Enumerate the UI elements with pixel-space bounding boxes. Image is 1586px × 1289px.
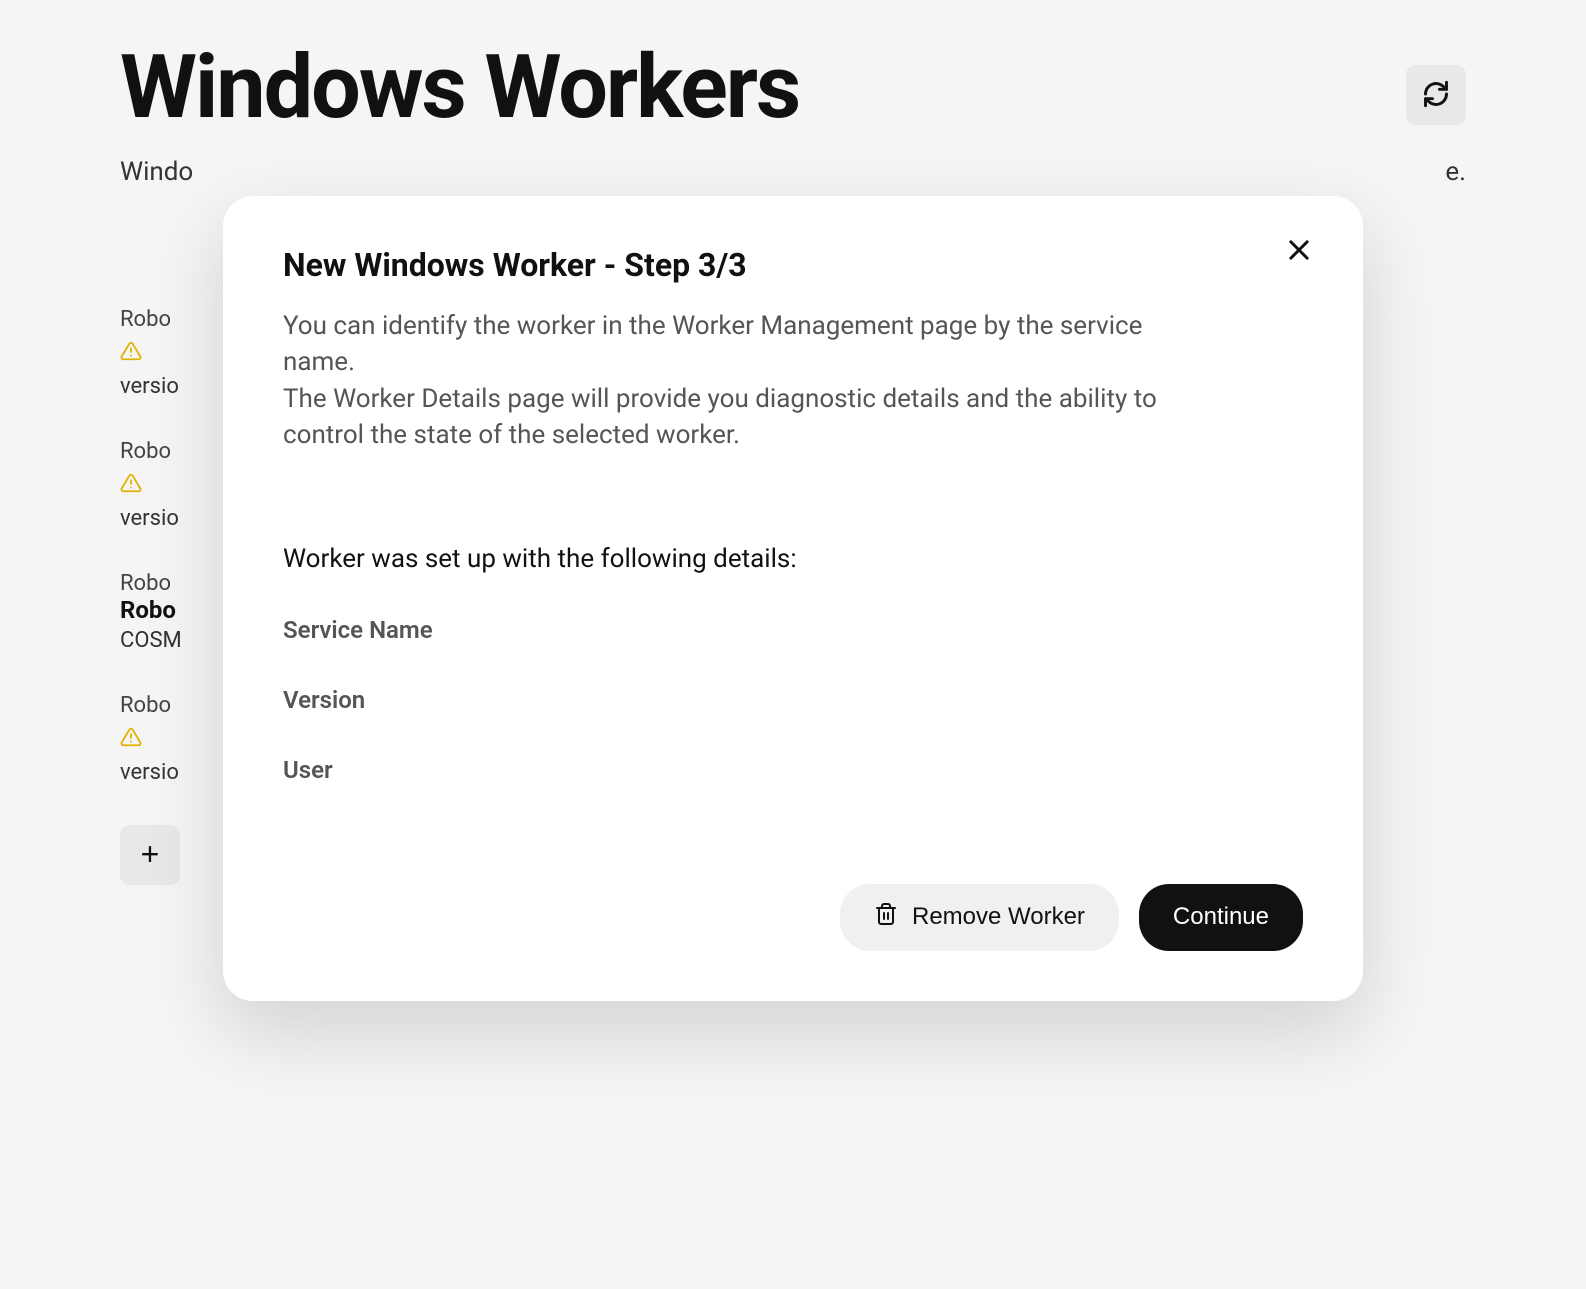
field-label: User bbox=[283, 756, 1303, 784]
modal-description: You can identify the worker in the Worke… bbox=[283, 308, 1183, 454]
add-worker-button[interactable]: + bbox=[120, 825, 180, 885]
plus-icon: + bbox=[141, 836, 160, 873]
modal-desc-line2: The Worker Details page will provide you… bbox=[283, 384, 1157, 450]
field-label: Service Name bbox=[283, 616, 1303, 644]
warning-icon bbox=[120, 472, 142, 498]
field-version: Version bbox=[283, 686, 1303, 714]
field-service-name: Service Name bbox=[283, 616, 1303, 644]
close-button[interactable] bbox=[1285, 236, 1313, 267]
subtitle-left: Windo bbox=[120, 157, 193, 187]
modal-title: New Windows Worker - Step 3/3 bbox=[283, 246, 1303, 284]
button-label: Continue bbox=[1173, 903, 1269, 930]
modal-footer: Remove Worker Continue bbox=[283, 884, 1303, 951]
warning-icon bbox=[120, 340, 142, 366]
trash-icon bbox=[874, 902, 898, 933]
refresh-icon bbox=[1422, 80, 1450, 111]
modal-section-title: Worker was set up with the following det… bbox=[283, 544, 1303, 574]
close-icon bbox=[1285, 252, 1313, 267]
warning-icon bbox=[120, 726, 142, 752]
subtitle-right: e. bbox=[1445, 157, 1466, 187]
page-header: Windows Workers bbox=[120, 40, 1466, 137]
new-worker-modal: New Windows Worker - Step 3/3 You can id… bbox=[223, 196, 1363, 1001]
remove-worker-button[interactable]: Remove Worker bbox=[840, 884, 1119, 951]
modal-desc-line1: You can identify the worker in the Worke… bbox=[283, 311, 1142, 377]
refresh-button[interactable] bbox=[1406, 65, 1466, 125]
page-title: Windows Workers bbox=[120, 40, 799, 137]
button-label: Remove Worker bbox=[912, 903, 1085, 931]
field-user: User bbox=[283, 756, 1303, 784]
page-subtitle: Windo e. bbox=[120, 157, 1466, 187]
field-label: Version bbox=[283, 686, 1303, 714]
continue-button[interactable]: Continue bbox=[1139, 884, 1303, 951]
